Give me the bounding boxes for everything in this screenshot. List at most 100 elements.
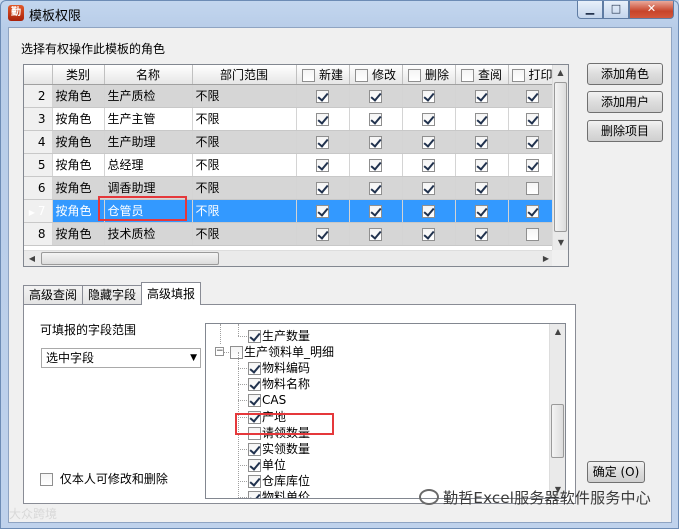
field-checkbox[interactable] (230, 346, 243, 360)
row-number[interactable]: ▶ 7 (24, 199, 53, 223)
close-button[interactable]: ✕ (629, 1, 674, 19)
table-row[interactable]: 6 按角色 调香助理 不限 (24, 176, 554, 200)
delete-checkbox[interactable] (422, 135, 435, 149)
collapse-icon[interactable]: − (215, 347, 224, 357)
view-checkbox[interactable] (475, 204, 488, 218)
table-row[interactable]: ▶ 7 按角色 仓管员 不限 (24, 199, 554, 223)
tree-field-node[interactable]: CAS (248, 392, 286, 408)
field-checkbox[interactable] (248, 330, 261, 343)
field-checkbox[interactable] (248, 491, 261, 498)
cell-name[interactable]: 调香助理 (104, 176, 193, 200)
tree-field-node[interactable]: 生产数量 (248, 328, 310, 344)
cell-type[interactable]: 按角色 (52, 107, 105, 131)
modify-checkbox[interactable] (369, 135, 382, 149)
create-checkbox[interactable] (316, 112, 329, 126)
print-checkbox[interactable] (525, 112, 539, 126)
scroll-down-icon[interactable]: ▼ (553, 235, 568, 251)
scroll-up-icon[interactable]: ▲ (550, 324, 565, 340)
field-checkbox[interactable] (248, 410, 261, 424)
field-checkbox[interactable] (248, 378, 261, 392)
add-user-button[interactable]: 添加用户 (587, 91, 663, 113)
cell-scope[interactable]: 不限 (192, 153, 297, 177)
table-row[interactable]: 5 按角色 总经理 不限 (24, 153, 554, 177)
cell-scope[interactable]: 不限 (192, 107, 297, 131)
row-number[interactable]: 5 (24, 153, 53, 177)
tree-vertical-scrollbar[interactable]: ▲ ▼ (549, 324, 565, 498)
create-checkbox[interactable] (316, 135, 329, 149)
add-role-button[interactable]: 添加角色 (587, 63, 663, 85)
row-number[interactable]: 4 (24, 130, 53, 154)
scroll-up-icon[interactable]: ▲ (553, 65, 568, 81)
modify-checkbox[interactable] (369, 181, 382, 195)
scroll-thumb[interactable] (551, 404, 564, 458)
modify-checkbox[interactable] (369, 158, 382, 172)
field-checkbox[interactable] (248, 442, 261, 456)
print-checkbox[interactable] (525, 204, 539, 218)
tree-field-node[interactable]: 单位 (248, 457, 286, 473)
tree-field-node[interactable]: 请领数量 (248, 425, 310, 441)
grid-horizontal-scrollbar[interactable]: ◀ ▶ (24, 250, 554, 266)
cell-scope[interactable]: 不限 (192, 199, 297, 223)
delete-all-checkbox[interactable] (407, 68, 421, 82)
cell-name[interactable]: 仓管员 (104, 199, 193, 223)
print-checkbox[interactable] (525, 135, 539, 149)
print-checkbox[interactable] (525, 227, 539, 241)
cell-scope[interactable]: 不限 (192, 176, 297, 200)
row-number[interactable]: 3 (24, 107, 53, 131)
delete-checkbox[interactable] (422, 227, 435, 241)
print-checkbox[interactable] (525, 181, 539, 195)
delete-item-button[interactable]: 删除项目 (587, 120, 663, 142)
field-checkbox[interactable] (248, 362, 261, 376)
column-header-modify[interactable]: 修改 (349, 65, 403, 85)
table-row[interactable]: 8 按角色 技术质检 不限 (24, 222, 554, 246)
cell-type[interactable]: 按角色 (52, 153, 105, 177)
ok-button[interactable]: 确定 (O) (587, 461, 645, 483)
row-number[interactable]: 8 (24, 222, 53, 246)
tree-field-node[interactable]: 仓库库位 (248, 473, 310, 489)
column-header-delete[interactable]: 删除 (402, 65, 456, 85)
modify-all-checkbox[interactable] (354, 68, 368, 82)
cell-name[interactable]: 总经理 (104, 153, 193, 177)
create-checkbox[interactable] (316, 204, 329, 218)
column-header-create[interactable]: 新建 (296, 65, 350, 85)
tree-group-node[interactable]: 生产领料单_明细 (230, 344, 334, 360)
tree-field-node[interactable]: 产地 (248, 409, 286, 425)
delete-checkbox[interactable] (422, 89, 435, 103)
cell-scope[interactable]: 不限 (192, 222, 297, 246)
view-checkbox[interactable] (475, 135, 488, 149)
field-checkbox[interactable] (248, 474, 261, 488)
tab-advanced-view[interactable]: 高级查阅 (23, 285, 84, 305)
modify-checkbox[interactable] (369, 227, 382, 241)
row-number[interactable]: 6 (24, 176, 53, 200)
modify-checkbox[interactable] (369, 204, 382, 218)
cell-type[interactable]: 按角色 (52, 130, 105, 154)
tree-field-node[interactable]: 物料名称 (248, 376, 310, 392)
field-checkbox[interactable] (248, 458, 261, 472)
create-all-checkbox[interactable] (301, 68, 315, 82)
title-bar[interactable]: 勤 模板权限 ▁ □ ✕ (1, 1, 678, 25)
view-checkbox[interactable] (475, 227, 488, 241)
row-number[interactable]: 2 (24, 84, 53, 108)
cell-name[interactable]: 生产质检 (104, 84, 193, 108)
tree-field-node[interactable]: 物料编码 (248, 360, 310, 376)
cell-name[interactable]: 生产助理 (104, 130, 193, 154)
cell-scope[interactable]: 不限 (192, 130, 297, 154)
grid-vertical-scrollbar[interactable]: ▲ ▼ (552, 65, 568, 251)
table-row[interactable]: 4 按角色 生产助理 不限 (24, 130, 554, 154)
tab-hidden-fields[interactable]: 隐藏字段 (82, 285, 143, 305)
column-header-view[interactable]: 查阅 (455, 65, 509, 85)
view-checkbox[interactable] (475, 158, 488, 172)
scroll-thumb[interactable] (41, 252, 219, 265)
view-checkbox[interactable] (475, 89, 488, 103)
cell-type[interactable]: 按角色 (52, 222, 105, 246)
view-checkbox[interactable] (475, 181, 488, 195)
tree-field-node[interactable]: 物料单价 (248, 489, 310, 498)
cell-name[interactable]: 技术质检 (104, 222, 193, 246)
field-checkbox[interactable] (248, 394, 261, 408)
own-only-option[interactable]: 仅本人可修改和删除 (40, 470, 168, 487)
scroll-left-icon[interactable]: ◀ (24, 251, 40, 266)
column-header-type[interactable]: 类别 (52, 65, 105, 85)
cell-type[interactable]: 按角色 (52, 199, 105, 223)
create-checkbox[interactable] (316, 181, 329, 195)
delete-checkbox[interactable] (422, 158, 435, 172)
